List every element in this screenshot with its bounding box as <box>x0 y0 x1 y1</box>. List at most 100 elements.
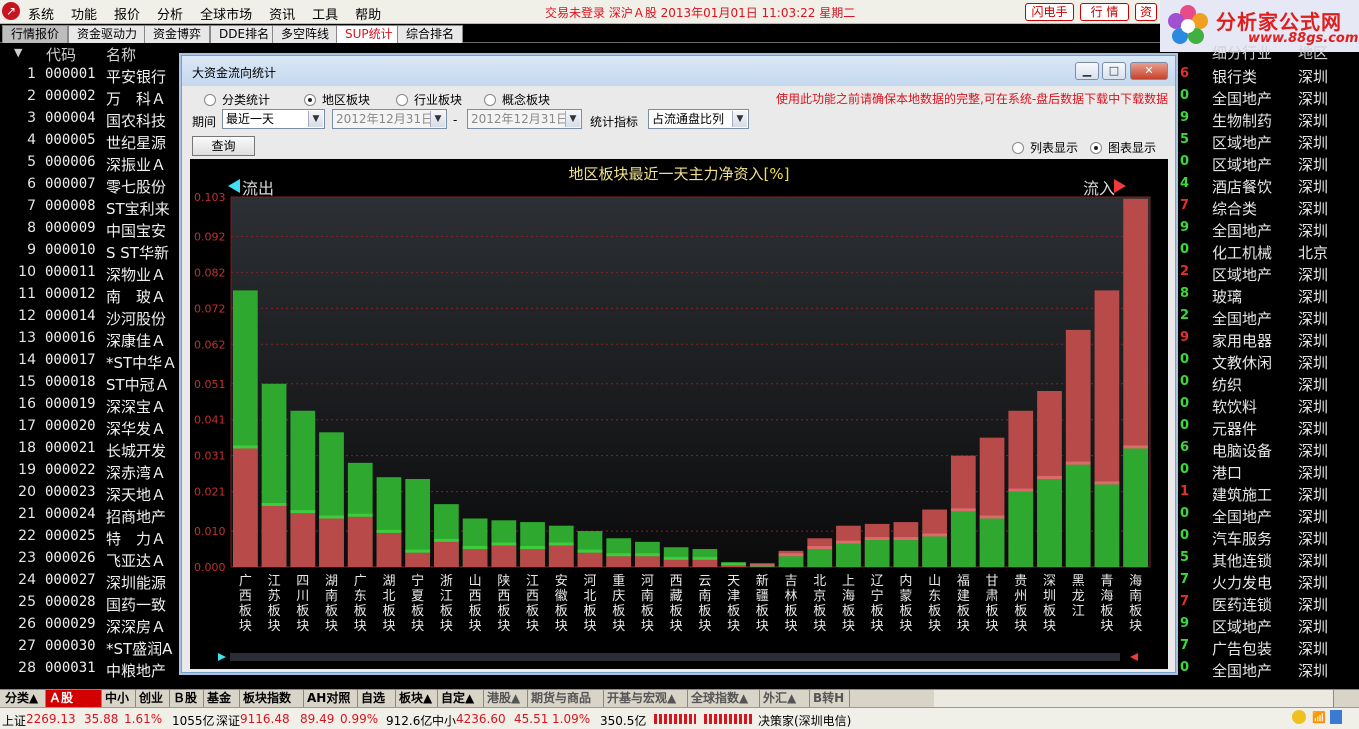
menu-help[interactable]: 帮助 <box>355 4 381 23</box>
partial-column-value[interactable]: 7 <box>1180 572 1190 587</box>
partial-column-value[interactable]: 0 <box>1180 352 1190 367</box>
stock-code[interactable]: 000020 <box>45 418 96 434</box>
period-select[interactable]: 最近一天 ▼ <box>222 109 325 129</box>
stock-code[interactable]: 000007 <box>45 176 96 192</box>
market-tab[interactable]: Ｂ股 <box>170 690 204 708</box>
stock-region[interactable]: 深圳 <box>1298 638 1328 659</box>
radio-list-view[interactable]: 列表显示 <box>1012 139 1078 156</box>
chevron-down-icon[interactable]: ▼ <box>308 111 323 127</box>
partial-column-value[interactable]: 2 <box>1180 308 1190 323</box>
stock-name[interactable]: 深赤湾Ａ <box>106 462 166 483</box>
market-tab[interactable]: Ａ股 <box>46 690 102 708</box>
market-tab[interactable]: 外汇▲ <box>760 690 810 708</box>
row-number[interactable]: 23 <box>0 550 36 566</box>
query-button[interactable]: 查询 <box>192 136 255 156</box>
row-number[interactable]: 3 <box>0 110 36 126</box>
tab-dde-rank[interactable]: DDE排名 <box>210 25 279 43</box>
market-tab[interactable]: 创业 <box>136 690 170 708</box>
stock-region[interactable]: 深圳 <box>1298 176 1328 197</box>
row-number[interactable]: 19 <box>0 462 36 478</box>
stock-region[interactable]: 深圳 <box>1298 66 1328 87</box>
row-number[interactable]: 17 <box>0 418 36 434</box>
stock-industry[interactable]: 火力发电 <box>1212 572 1272 593</box>
stock-name[interactable]: 零七股份 <box>106 176 166 197</box>
row-number[interactable]: 9 <box>0 242 36 258</box>
stock-industry[interactable]: 全国地产 <box>1212 220 1272 241</box>
stock-industry[interactable]: 玻璃 <box>1212 286 1242 307</box>
radio-region-sector[interactable]: 地区板块 <box>304 91 370 108</box>
stock-industry[interactable]: 其他连锁 <box>1212 550 1272 571</box>
minimize-icon[interactable]: ▁ <box>1075 62 1099 80</box>
stock-region[interactable]: 深圳 <box>1298 374 1328 395</box>
row-number[interactable]: 25 <box>0 594 36 610</box>
partial-column-value[interactable]: 5 <box>1180 550 1190 565</box>
row-number[interactable]: 16 <box>0 396 36 412</box>
row-number[interactable]: 11 <box>0 286 36 302</box>
chevron-down-icon[interactable]: ▼ <box>565 111 580 127</box>
row-number[interactable]: 18 <box>0 440 36 456</box>
market-tab[interactable]: 港股▲ <box>484 690 528 708</box>
stock-industry[interactable]: 区域地产 <box>1212 154 1272 175</box>
stock-name[interactable]: 南 玻Ａ <box>106 286 166 307</box>
stock-region[interactable]: 深圳 <box>1298 110 1328 131</box>
partial-column-value[interactable]: 9 <box>1180 220 1190 235</box>
partial-column-value[interactable]: 0 <box>1180 374 1190 389</box>
stock-industry[interactable]: 全国地产 <box>1212 506 1272 527</box>
stock-name[interactable]: 深深房Ａ <box>106 616 166 637</box>
stock-code[interactable]: 000017 <box>45 352 96 368</box>
stock-region[interactable]: 深圳 <box>1298 440 1328 461</box>
market-tab[interactable]: 板块▲ <box>396 690 438 708</box>
stock-name[interactable]: *ST盛润A <box>106 638 172 659</box>
stock-industry[interactable]: 区域地产 <box>1212 132 1272 153</box>
stock-industry[interactable]: 广告包装 <box>1212 638 1272 659</box>
stock-industry[interactable]: 建筑施工 <box>1212 484 1272 505</box>
stock-name[interactable]: ST中冠Ａ <box>106 374 170 395</box>
market-tab[interactable]: 全球指数▲ <box>688 690 760 708</box>
stock-code[interactable]: 000023 <box>45 484 96 500</box>
stock-name[interactable]: 国药一致 <box>106 594 166 615</box>
info-button[interactable]: 资 <box>1135 3 1157 21</box>
tab-sup-stats[interactable]: SUP统计 <box>336 25 402 43</box>
partial-column-value[interactable]: 7 <box>1180 198 1190 213</box>
stock-region[interactable]: 深圳 <box>1298 308 1328 329</box>
stock-code[interactable]: 000028 <box>45 594 96 610</box>
stock-name[interactable]: 长城开发 <box>106 440 166 461</box>
stock-code[interactable]: 000001 <box>45 66 96 82</box>
tab-quote[interactable]: 行情报价 <box>2 25 69 43</box>
row-number[interactable]: 26 <box>0 616 36 632</box>
stock-code[interactable]: 000005 <box>45 132 96 148</box>
row-number[interactable]: 22 <box>0 528 36 544</box>
partial-column-value[interactable]: 6 <box>1180 440 1190 455</box>
stock-region[interactable]: 深圳 <box>1298 88 1328 109</box>
stock-code[interactable]: 000026 <box>45 550 96 566</box>
market-tab[interactable]: B转H <box>810 690 850 708</box>
stock-industry[interactable]: 家用电器 <box>1212 330 1272 351</box>
header-name[interactable]: 名称 <box>106 44 136 65</box>
row-number[interactable]: 15 <box>0 374 36 390</box>
row-number[interactable]: 27 <box>0 638 36 654</box>
stock-name[interactable]: *ST中华Ａ <box>106 352 177 373</box>
stock-industry[interactable]: 全国地产 <box>1212 88 1272 109</box>
row-number[interactable]: 24 <box>0 572 36 588</box>
stock-name[interactable]: 万 科Ａ <box>106 88 166 109</box>
stock-code[interactable]: 000006 <box>45 154 96 170</box>
stock-name[interactable]: 深物业Ａ <box>106 264 166 285</box>
partial-column-value[interactable]: 0 <box>1180 462 1190 477</box>
stock-code[interactable]: 000009 <box>45 220 96 236</box>
stock-code[interactable]: 000012 <box>45 286 96 302</box>
stock-region[interactable]: 深圳 <box>1298 616 1328 637</box>
partial-column-value[interactable]: 0 <box>1180 396 1190 411</box>
stock-code[interactable]: 000027 <box>45 572 96 588</box>
radio-chart-view[interactable]: 图表显示 <box>1090 139 1156 156</box>
stock-industry[interactable]: 酒店餐饮 <box>1212 176 1272 197</box>
radio-concept-sector[interactable]: 概念板块 <box>484 91 550 108</box>
stock-code[interactable]: 000019 <box>45 396 96 412</box>
row-number[interactable]: 6 <box>0 176 36 192</box>
chevron-down-icon[interactable]: ▼ <box>430 111 445 127</box>
stock-name[interactable]: S ST华新 <box>106 242 169 263</box>
row-number[interactable]: 13 <box>0 330 36 346</box>
market-tab[interactable]: 开基与宏观▲ <box>604 690 688 708</box>
stock-region[interactable]: 深圳 <box>1298 198 1328 219</box>
stock-region[interactable]: 深圳 <box>1298 550 1328 571</box>
stock-industry[interactable]: 港口 <box>1212 462 1242 483</box>
